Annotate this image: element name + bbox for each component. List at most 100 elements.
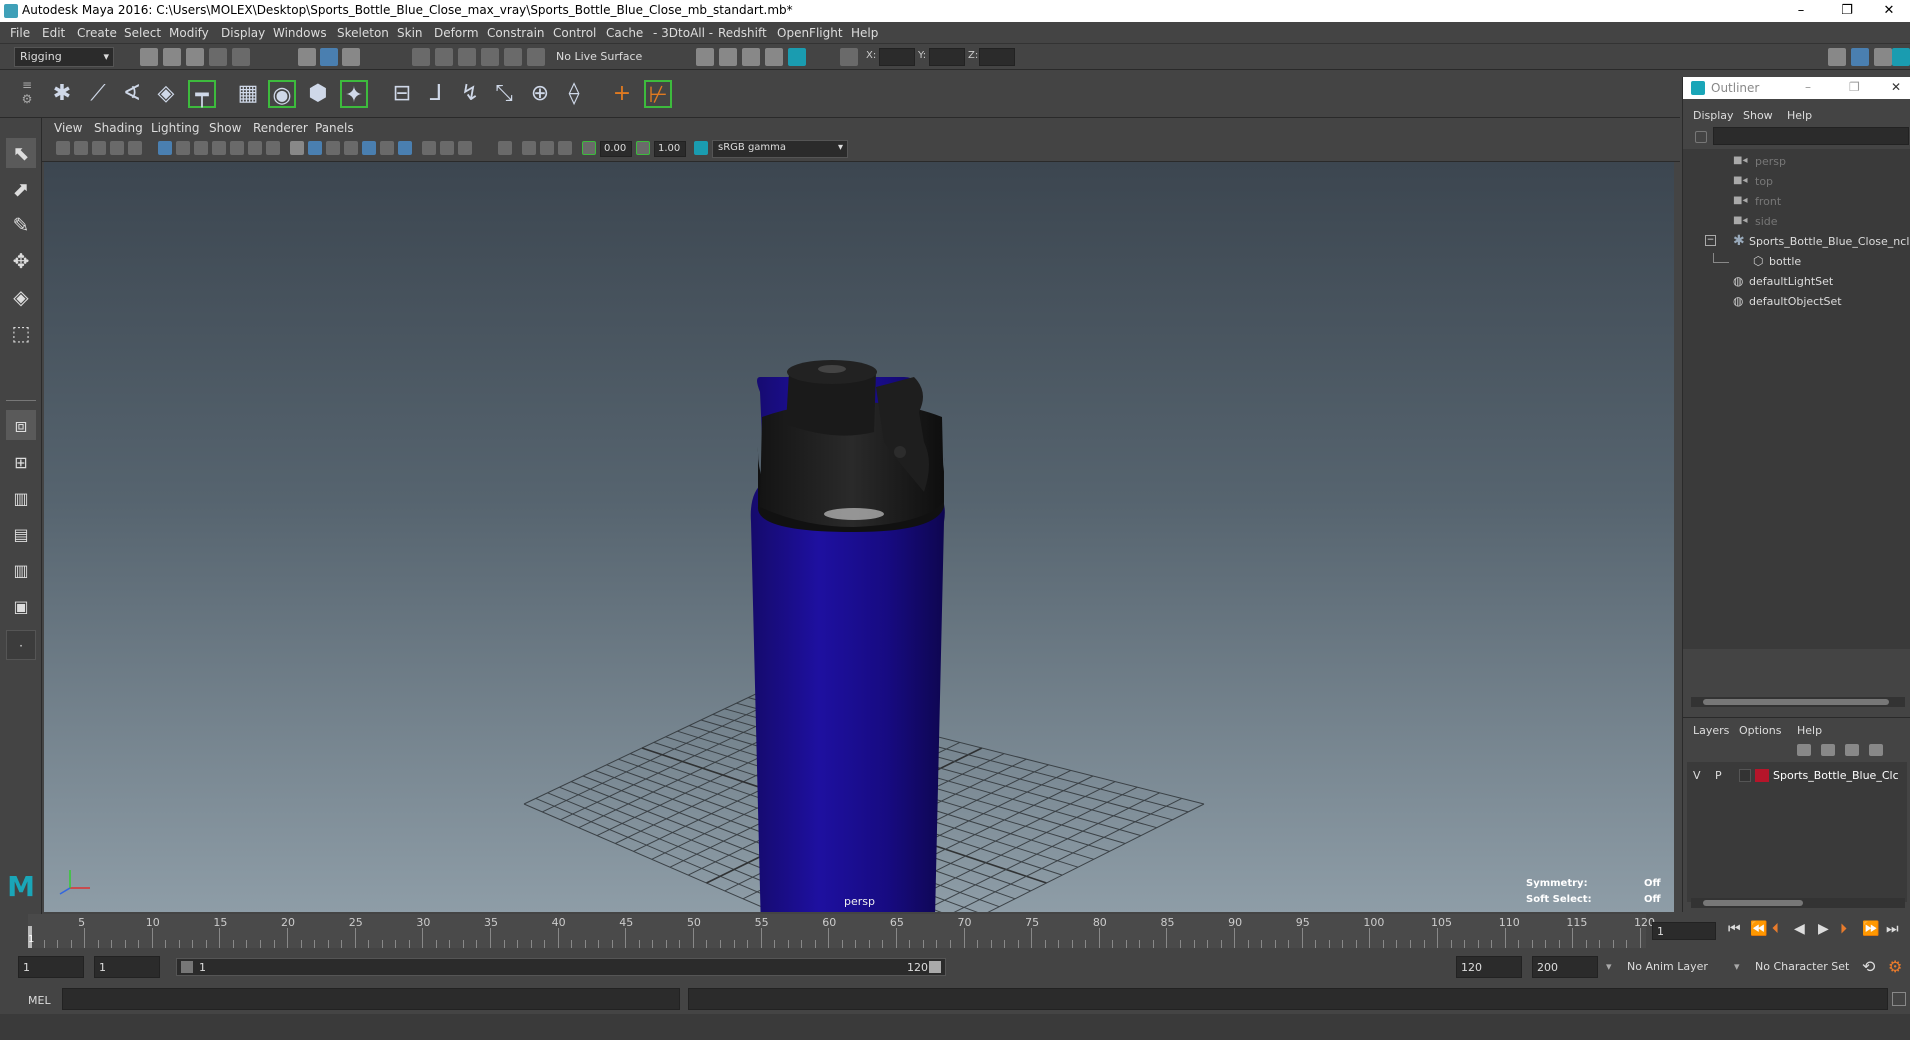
render-view-icon[interactable]: [696, 48, 714, 66]
image-plane-icon[interactable]: [92, 141, 106, 155]
two-d-pan-icon[interactable]: [110, 141, 124, 155]
range-start-handle[interactable]: [181, 961, 193, 973]
lattice-icon[interactable]: ▦: [234, 80, 262, 108]
use-all-lights-icon[interactable]: [380, 141, 394, 155]
scale-constraint-icon[interactable]: ⤡: [490, 80, 518, 108]
select-tool-icon[interactable]: ⬉: [6, 138, 36, 168]
layers-hscrollbar[interactable]: [1691, 898, 1905, 908]
layer-row[interactable]: V P Sports_Bottle_Blue_Clc: [1687, 766, 1907, 786]
persp-outliner-layout-icon[interactable]: ▥: [6, 484, 36, 514]
outliner-layout-icon[interactable]: ▣: [6, 592, 36, 622]
wrap-icon[interactable]: ✦: [340, 80, 368, 108]
insert-joint-icon[interactable]: ⟋: [84, 80, 112, 108]
layers-menu-options[interactable]: Options: [1739, 724, 1781, 737]
end-time-field[interactable]: 120: [1456, 956, 1522, 978]
anti-aliasing-icon[interactable]: [458, 141, 472, 155]
menu-3dtoall[interactable]: - 3DtoAll -: [653, 26, 713, 40]
move-layer-up-icon[interactable]: [1797, 744, 1811, 756]
time-ruler[interactable]: 5 10 15 20 25 30 35 40 45 50 55 60 65 70 75 80 85 90 95 100…: [28, 914, 1655, 948]
menu-control[interactable]: Control: [553, 26, 596, 40]
modeling-toolkit-icon[interactable]: [1828, 48, 1846, 66]
panel-menu-shading[interactable]: Shading: [94, 121, 143, 135]
close-button[interactable]: ✕: [1866, 0, 1910, 22]
gamma-icon[interactable]: [636, 141, 650, 155]
time-slider[interactable]: 5 10 15 20 25 30 35 40 45 50 55 60 65 70 75 80 85 90 95 100…: [0, 914, 1910, 950]
menu-edit[interactable]: Edit: [42, 26, 65, 40]
menu-display[interactable]: Display: [221, 26, 265, 40]
field-chart-icon[interactable]: [230, 141, 244, 155]
panel-menu-lighting[interactable]: Lighting: [151, 121, 200, 135]
script-editor-icon[interactable]: [1892, 992, 1906, 1006]
view-transform-dropdown[interactable]: sRGB gamma ▾: [712, 140, 848, 158]
rotate-tool-icon[interactable]: ◈: [6, 282, 36, 312]
ipr-render-icon[interactable]: [742, 48, 760, 66]
new-layer-icon[interactable]: [1845, 744, 1859, 756]
bind-skin-icon[interactable]: ┯: [188, 80, 216, 108]
tool-settings-icon[interactable]: [1874, 48, 1892, 66]
collapse-icon[interactable]: −: [1705, 235, 1716, 246]
current-frame-field[interactable]: 1: [1652, 922, 1716, 940]
xray-icon[interactable]: [522, 141, 536, 155]
outliner-item-defaultlightset[interactable]: ◍ defaultLightSet: [1683, 273, 1910, 293]
motion-blur-icon[interactable]: [440, 141, 454, 155]
shadows-icon[interactable]: [398, 141, 412, 155]
camera-attributes-icon[interactable]: [56, 141, 70, 155]
undo-icon[interactable]: [209, 48, 227, 66]
layer-color-swatch[interactable]: [1755, 769, 1769, 782]
lasso-tool-icon[interactable]: ⬈: [6, 174, 36, 204]
snap-surface-icon[interactable]: [504, 48, 522, 66]
shelf-menu-icon[interactable]: ≡ ⚙: [20, 78, 34, 110]
redo-icon[interactable]: [232, 48, 250, 66]
anim-preferences-icon[interactable]: ⚙: [1888, 957, 1902, 976]
open-scene-icon[interactable]: [163, 48, 181, 66]
menu-skin[interactable]: Skin: [397, 26, 423, 40]
xray-components-icon[interactable]: [558, 141, 572, 155]
snap-grid-icon[interactable]: [412, 48, 430, 66]
step-back-frame-icon[interactable]: ⏴: [1772, 921, 1779, 937]
isolate-select-icon[interactable]: [498, 141, 512, 155]
snap-curve-icon[interactable]: [435, 48, 453, 66]
render-frame-icon[interactable]: [719, 48, 737, 66]
sports-bottle-model[interactable]: [750, 360, 945, 912]
persp-graph-layout-icon[interactable]: ▤: [6, 520, 36, 550]
textured-icon[interactable]: [362, 141, 376, 155]
step-back-key-icon[interactable]: ⏪: [1750, 921, 1767, 937]
anim-end-field[interactable]: 200: [1532, 956, 1598, 978]
aim-constraint-icon[interactable]: ⊕: [526, 80, 554, 108]
default-material-icon[interactable]: [326, 141, 340, 155]
go-to-end-icon[interactable]: ⏭: [1886, 921, 1899, 937]
save-scene-icon[interactable]: [186, 48, 204, 66]
menu-windows[interactable]: Windows: [273, 26, 327, 40]
step-forward-frame-icon[interactable]: ⏵: [1840, 921, 1847, 937]
select-hierarchy-icon[interactable]: [298, 48, 316, 66]
exposure-field[interactable]: 0.00: [600, 141, 632, 157]
menu-cache[interactable]: Cache: [606, 26, 643, 40]
step-forward-key-icon[interactable]: ⏩: [1862, 921, 1879, 937]
chevron-down-icon[interactable]: ▾: [1606, 960, 1612, 973]
pole-vector-icon[interactable]: ⟠: [560, 80, 588, 108]
move-tool-icon[interactable]: ✥: [6, 246, 36, 276]
four-view-layout-icon[interactable]: ⊞: [6, 448, 36, 478]
layers-menu-help[interactable]: Help: [1797, 724, 1822, 737]
menu-constrain[interactable]: Constrain: [487, 26, 545, 40]
panel-menu-renderer[interactable]: Renderer: [253, 121, 308, 135]
play-forward-icon[interactable]: ▶: [1818, 921, 1829, 937]
filter-icon[interactable]: [1695, 131, 1707, 143]
outliner-item-bottle[interactable]: ⬡ bottle: [1683, 253, 1910, 273]
outliner-maximize-button[interactable]: ❐: [1849, 80, 1860, 94]
outliner-menu-show[interactable]: Show: [1743, 109, 1773, 122]
attribute-editor-icon[interactable]: [1851, 48, 1869, 66]
mirror-joint-icon[interactable]: ⅃: [422, 80, 450, 108]
input-mode-icon[interactable]: [840, 48, 858, 66]
range-bar[interactable]: 1 120: [176, 958, 946, 976]
minimize-button[interactable]: –: [1778, 0, 1824, 22]
joint-tool-icon[interactable]: ✱: [48, 80, 76, 108]
snap-view-icon[interactable]: [481, 48, 499, 66]
maximize-button[interactable]: ❐: [1824, 0, 1870, 22]
menu-modify[interactable]: Modify: [169, 26, 209, 40]
grease-pencil-icon[interactable]: [128, 141, 142, 155]
y-field[interactable]: [929, 48, 965, 66]
outliner-menu-help[interactable]: Help: [1787, 109, 1812, 122]
panel-menu-panels[interactable]: Panels: [315, 121, 354, 135]
menu-redshift[interactable]: Redshift: [718, 26, 767, 40]
